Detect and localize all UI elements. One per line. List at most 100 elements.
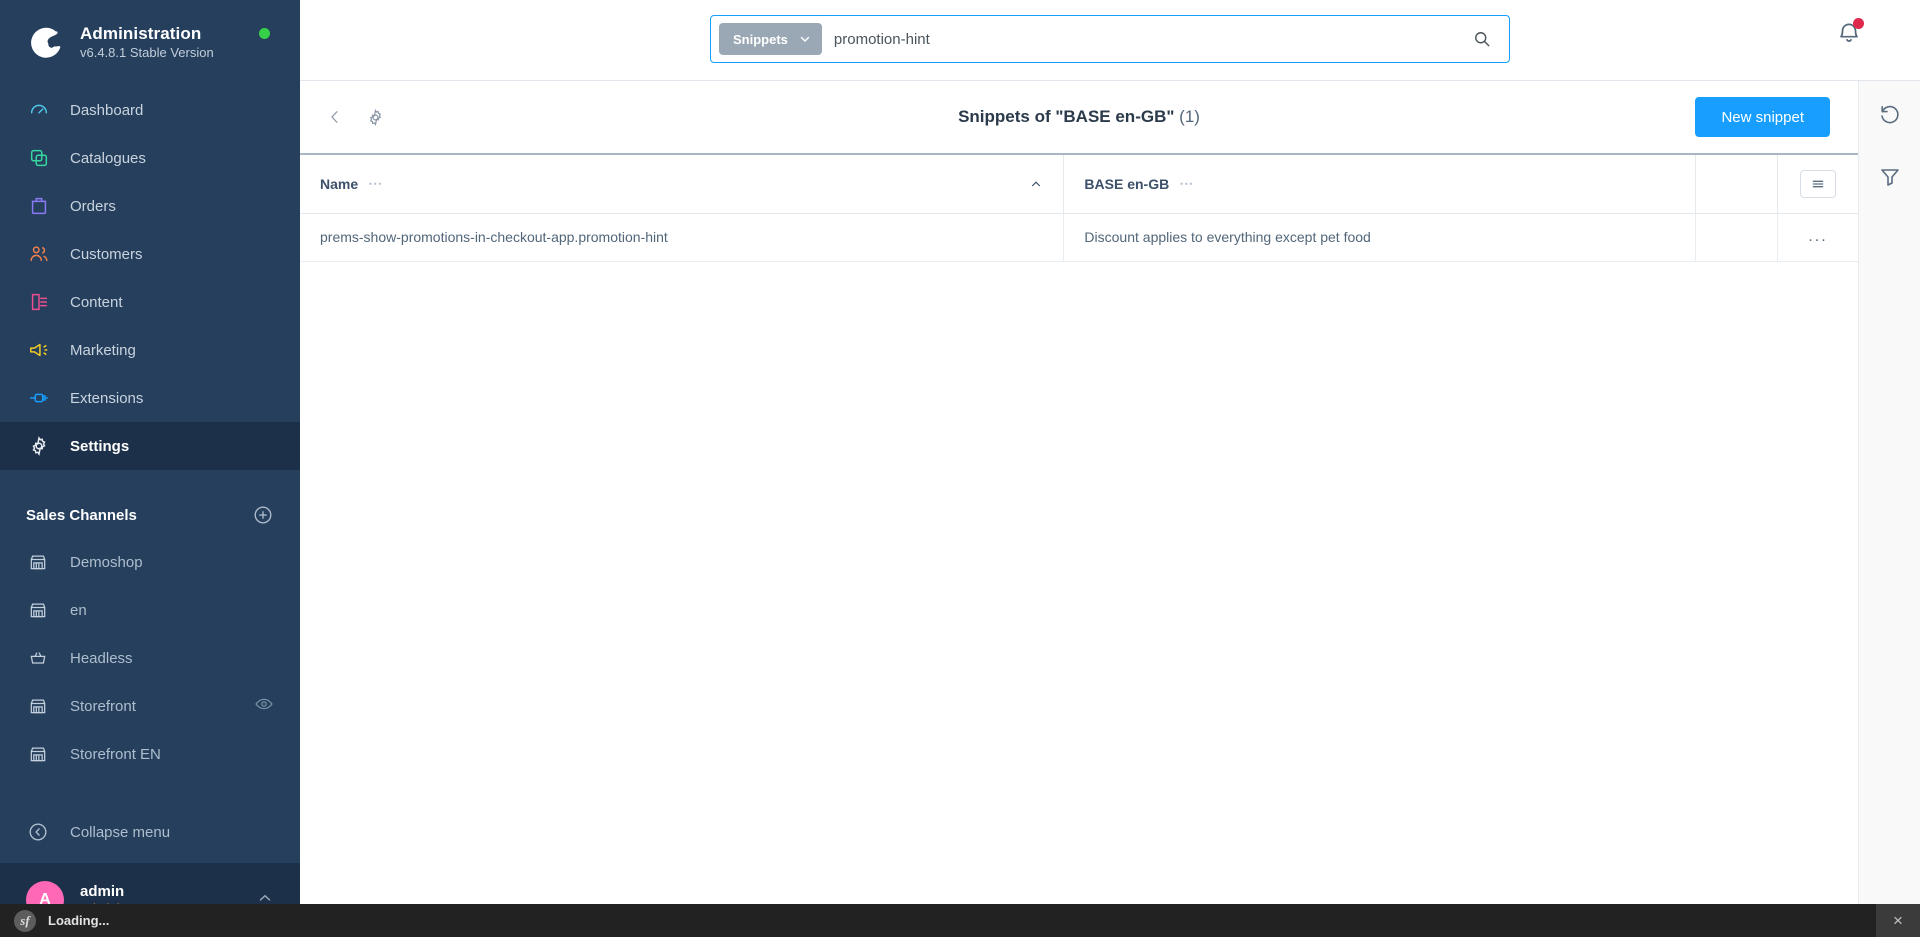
marketing-icon	[26, 337, 52, 363]
sales-channel-label: Demoshop	[70, 553, 143, 571]
sales-channel-label: Storefront EN	[70, 745, 161, 763]
symfony-debug-toolbar: sf Loading... ×	[0, 904, 1920, 937]
row-context-menu-icon[interactable]: ...	[1777, 213, 1858, 262]
sidebar: Administration v6.4.8.1 Stable Version D…	[0, 0, 300, 937]
sidebar-item-customers[interactable]: Customers	[0, 230, 300, 278]
grid-empty-space	[300, 261, 1858, 937]
sidebar-item-label: Content	[70, 293, 123, 311]
grid-settings-icon[interactable]	[1800, 169, 1837, 198]
debug-toolbar-status: Loading...	[48, 913, 110, 928]
column-header-base-en-gb[interactable]: BASE en-GB ⋯	[1063, 155, 1696, 214]
data-grid: Name ⋯ BASE en-GB ⋯ prems-show-promotion…	[300, 153, 1858, 937]
sidebar-item-label: Orders	[70, 197, 116, 215]
back-button[interactable]	[324, 106, 346, 128]
sidebar-item-marketing[interactable]: Marketing	[0, 326, 300, 374]
sidebar-item-content[interactable]: Content	[0, 278, 300, 326]
sidebar-item-dashboard[interactable]: Dashboard	[0, 86, 300, 134]
sidebar-item-settings[interactable]: Settings	[0, 422, 300, 470]
sidebar-item-label: Settings	[70, 437, 130, 455]
add-sales-channel-icon[interactable]	[252, 504, 274, 526]
sidebar-item-label: Catalogues	[70, 149, 146, 167]
new-snippet-button[interactable]: New snippet	[1695, 97, 1830, 137]
shopware-logo-icon	[26, 22, 66, 62]
storefront-icon	[26, 742, 50, 766]
chevron-down-icon	[798, 32, 812, 46]
table-row[interactable]: prems-show-promotions-in-checkout-app.pr…	[300, 213, 1858, 262]
dashboard-icon	[26, 97, 52, 123]
collapse-menu-button[interactable]: Collapse menu	[0, 808, 300, 856]
notifications-button[interactable]	[1836, 18, 1864, 46]
sales-channel-demoshop[interactable]: Demoshop	[0, 538, 300, 586]
filter-icon[interactable]	[1874, 161, 1906, 193]
close-icon[interactable]: ×	[1876, 904, 1920, 937]
sales-channels-title: Sales Channels	[26, 506, 137, 524]
sidebar-item-label: Customers	[70, 245, 143, 263]
sales-channel-storefront[interactable]: Storefront	[0, 682, 300, 730]
snippets-table: Name ⋯ BASE en-GB ⋯ prems-show-promotion…	[300, 155, 1858, 262]
column-header-name[interactable]: Name ⋯	[300, 155, 1065, 214]
sales-channel-headless[interactable]: Headless	[0, 634, 300, 682]
content-area: Snippets of "BASE en-GB" (1) New snippet	[300, 81, 1920, 937]
user-name: admin	[80, 882, 125, 900]
cell-empty	[1695, 213, 1779, 262]
search-icon[interactable]	[1463, 23, 1501, 55]
sidebar-item-catalogues[interactable]: Catalogues	[0, 134, 300, 182]
app-root: Administration v6.4.8.1 Stable Version D…	[0, 0, 1920, 937]
sidebar-item-orders[interactable]: Orders	[0, 182, 300, 230]
settings-gear-button[interactable]	[364, 106, 386, 128]
search-type-label: Snippets	[733, 31, 788, 47]
gear-icon	[26, 433, 52, 459]
brand-title: Administration	[80, 23, 202, 43]
sales-channel-list: Demoshop en Headless Storefront Storefro…	[0, 538, 300, 778]
sidebar-item-extensions[interactable]: Extensions	[0, 374, 300, 422]
notification-badge	[1853, 18, 1864, 29]
column-header-actions	[1695, 155, 1779, 214]
sales-channels-header: Sales Channels	[0, 470, 300, 538]
content-icon	[26, 289, 52, 315]
table-head: Name ⋯ BASE en-GB ⋯	[300, 155, 1858, 214]
brand-version: v6.4.8.1 Stable Version	[80, 45, 214, 60]
sales-channel-label: Headless	[70, 649, 133, 667]
preview-eye-icon[interactable]	[254, 694, 274, 719]
page-header-actions	[324, 106, 386, 128]
customers-icon	[26, 241, 52, 267]
extensions-icon	[26, 385, 52, 411]
brand-text: Administration v6.4.8.1 Stable Version	[80, 23, 214, 62]
top-bar: Snippets	[300, 0, 1920, 81]
column-header-label: BASE en-GB	[1084, 175, 1170, 192]
status-indicator-dot	[259, 28, 270, 39]
global-search: Snippets	[710, 15, 1510, 63]
cell-base-en-gb: Discount applies to everything except pe…	[1063, 213, 1696, 262]
basket-icon	[26, 646, 50, 670]
sales-channel-label: en	[70, 601, 87, 619]
column-menu-icon[interactable]: ⋯	[368, 175, 383, 192]
content-main: Snippets of "BASE en-GB" (1) New snippet	[300, 81, 1858, 937]
search-bar[interactable]: Snippets	[710, 15, 1510, 63]
orders-icon	[26, 193, 52, 219]
page-title-text: Snippets of "BASE en-GB"	[958, 107, 1175, 126]
column-menu-icon[interactable]: ⋯	[1179, 175, 1194, 192]
page-header-right: New snippet	[1695, 97, 1830, 137]
main-navigation: Dashboard Catalogues Orders Customers Co…	[0, 86, 300, 470]
symfony-logo-icon: sf	[14, 909, 36, 932]
sidebar-header: Administration v6.4.8.1 Stable Version	[0, 0, 300, 80]
page-title: Snippets of "BASE en-GB" (1)	[300, 107, 1858, 127]
search-type-dropdown[interactable]: Snippets	[719, 23, 822, 55]
sales-channel-storefront-en[interactable]: Storefront EN	[0, 730, 300, 778]
right-rail	[1858, 81, 1920, 937]
sales-channel-en[interactable]: en	[0, 586, 300, 634]
table-body: prems-show-promotions-in-checkout-app.pr…	[300, 213, 1858, 262]
search-input[interactable]	[821, 23, 1463, 55]
sales-channel-label: Storefront	[70, 697, 136, 715]
storefront-icon	[26, 694, 50, 718]
sidebar-item-label: Marketing	[70, 341, 136, 359]
page-header: Snippets of "BASE en-GB" (1) New snippet	[300, 81, 1858, 153]
chevron-left-circle-icon	[26, 820, 50, 844]
main-area: Snippets promotion-hint Snippets of "BAS…	[300, 0, 1920, 937]
page-title-count: (1)	[1179, 107, 1200, 126]
table-header-row: Name ⋯ BASE en-GB ⋯	[300, 155, 1858, 214]
cell-name: prems-show-promotions-in-checkout-app.pr…	[300, 213, 1065, 262]
refresh-icon[interactable]	[1874, 99, 1906, 131]
sort-ascending-icon[interactable]	[1029, 177, 1043, 191]
column-header-label: Name	[320, 175, 359, 192]
